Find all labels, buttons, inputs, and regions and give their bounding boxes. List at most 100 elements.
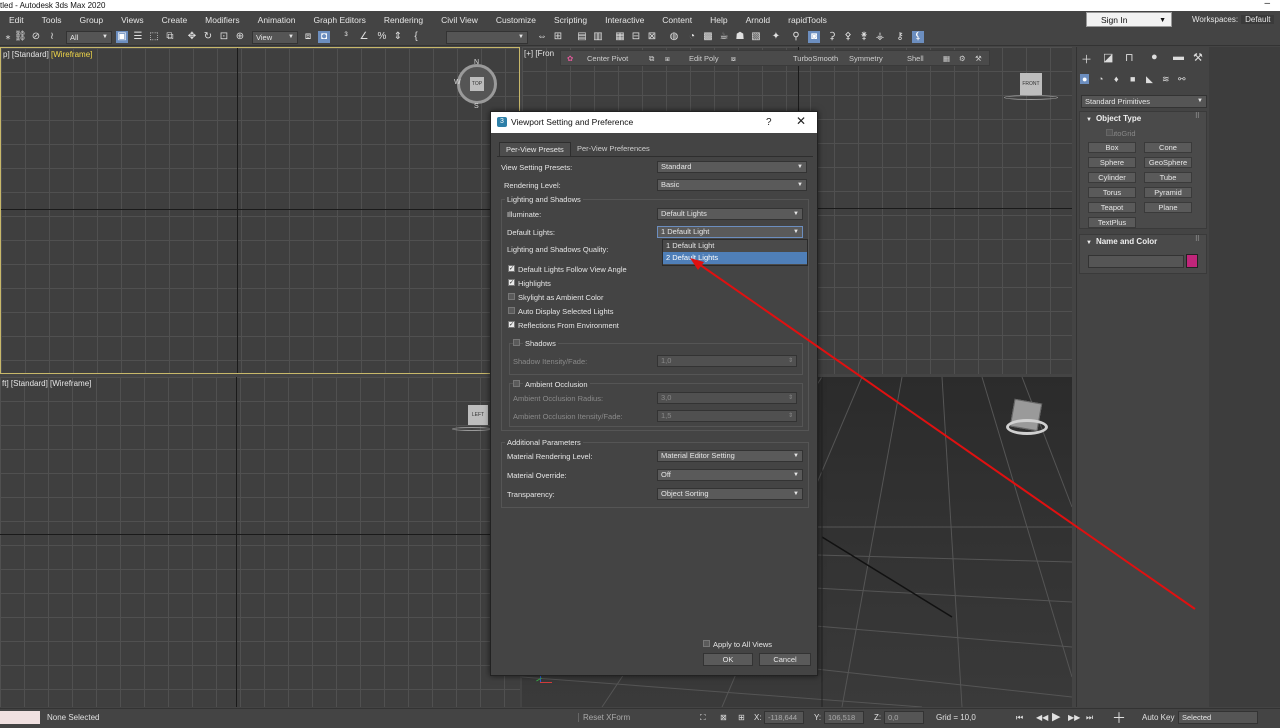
menu-rapidtools[interactable]: rapidTools bbox=[779, 15, 836, 25]
menu-modifiers[interactable]: Modifiers bbox=[196, 15, 248, 25]
object-name-input[interactable] bbox=[1088, 255, 1184, 268]
layer-explorer-icon[interactable]: ▥ bbox=[592, 31, 604, 43]
select-by-name-icon[interactable]: ☰ bbox=[132, 31, 144, 43]
torus-button[interactable]: Torus bbox=[1088, 187, 1136, 198]
select-object-icon[interactable]: ▣ bbox=[116, 31, 128, 43]
render-shortcut-icon[interactable]: ▧ bbox=[750, 31, 762, 43]
default-lights-dropdown[interactable]: 1 Default Light ▼ bbox=[657, 226, 803, 238]
viewport-label-mode[interactable]: [Wireframe] bbox=[51, 50, 92, 59]
menu-content[interactable]: Content bbox=[653, 15, 701, 25]
display-tab-icon[interactable]: ▬ bbox=[1173, 51, 1184, 63]
drag-handle-icon[interactable]: ⠿ bbox=[1195, 235, 1200, 243]
menu-scripting[interactable]: Scripting bbox=[545, 15, 596, 25]
material-rendering-level-dropdown[interactable]: Material Editor Setting ▼ bbox=[657, 450, 803, 462]
cone-button[interactable]: Cone bbox=[1144, 142, 1192, 153]
lock-icon[interactable]: ⊠ bbox=[720, 713, 727, 722]
motion-tab-icon[interactable]: ● bbox=[1151, 51, 1158, 63]
edit-poly-button[interactable]: Edit Poly bbox=[689, 54, 719, 63]
x-coordinate-field[interactable]: -118,644 bbox=[764, 711, 804, 724]
minimize-button[interactable]: ‒ bbox=[1264, 0, 1270, 9]
rendering-level-dropdown[interactable]: Basic ▼ bbox=[657, 179, 807, 191]
key-set-dropdown[interactable]: Selected bbox=[1178, 711, 1258, 724]
key-filters-icon[interactable]: ＋ bbox=[1112, 708, 1126, 728]
drag-handle-icon[interactable]: ⠿ bbox=[1195, 112, 1200, 120]
reference-coord-dropdown[interactable]: View ▼ bbox=[252, 31, 298, 44]
render-production-icon[interactable]: ☕ bbox=[718, 31, 730, 43]
rapidtools-icon-5[interactable]: ⚶ bbox=[874, 31, 886, 43]
auto-key-button[interactable]: Auto Key bbox=[1142, 713, 1174, 722]
go-to-end-icon[interactable]: ⏭ bbox=[1086, 713, 1093, 723]
menu-interactive[interactable]: Interactive bbox=[596, 15, 653, 25]
angle-snap-icon[interactable]: ∠ bbox=[358, 31, 370, 43]
menu-help[interactable]: Help bbox=[701, 15, 736, 25]
rapidtools-icon-3[interactable]: ⚴ bbox=[842, 31, 854, 43]
view-setting-presets-dropdown[interactable]: Standard ▼ bbox=[657, 161, 807, 173]
dialog-title-bar[interactable]: 3 Viewport Setting and Preference ? ✕ bbox=[491, 112, 817, 133]
create-tab-icon[interactable]: ＋ bbox=[1081, 51, 1092, 67]
viewcube-front[interactable]: FRONT bbox=[1020, 73, 1042, 95]
move-icon[interactable]: ✥ bbox=[186, 31, 198, 43]
material-editor-icon[interactable]: ◍ bbox=[668, 31, 680, 43]
workspaces-value[interactable]: Default bbox=[1241, 15, 1275, 24]
tab-per-view-presets[interactable]: Per-View Presets bbox=[499, 142, 571, 156]
ok-button[interactable]: OK bbox=[703, 653, 753, 666]
pivot-center-icon[interactable]: ⧈ bbox=[302, 31, 314, 43]
viewcube-top[interactable]: TOP N W S bbox=[454, 59, 497, 110]
xform-icon[interactable]: ⧉ bbox=[649, 54, 654, 64]
rect-selection-icon[interactable]: ⬚ bbox=[148, 31, 160, 43]
tube-button[interactable]: Tube bbox=[1144, 172, 1192, 183]
modify-tab-icon[interactable]: ◪ bbox=[1103, 51, 1113, 64]
object-type-header[interactable]: ▼ Object Type bbox=[1080, 112, 1206, 126]
menu-arnold[interactable]: Arnold bbox=[737, 15, 780, 25]
close-button[interactable]: ✕ bbox=[796, 111, 806, 132]
symmetry-button[interactable]: Symmetry bbox=[849, 54, 883, 63]
material-override-dropdown[interactable]: Off ▼ bbox=[657, 469, 803, 481]
viewport-label[interactable]: ft] [Standard] [Wireframe] bbox=[2, 379, 91, 388]
render-setup-icon[interactable]: ◔ bbox=[686, 31, 698, 43]
shell-button[interactable]: Shell bbox=[907, 54, 924, 63]
rapidtools-icon-4[interactable]: ⚵ bbox=[858, 31, 870, 43]
rapidtools-icon-2[interactable]: ⚳ bbox=[826, 31, 838, 43]
reflections-environment-checkbox[interactable]: ✓ bbox=[508, 321, 515, 328]
curve-editor-icon[interactable]: ⊟ bbox=[630, 31, 642, 43]
align-icon[interactable]: ⊞ bbox=[552, 31, 564, 43]
helpers-icon[interactable]: ◣ bbox=[1146, 74, 1153, 85]
bind-space-warp-icon[interactable]: ≀ bbox=[46, 31, 58, 43]
menu-edit[interactable]: Edit bbox=[0, 15, 33, 25]
teapot-button[interactable]: Teapot bbox=[1088, 202, 1136, 213]
named-selection-icon[interactable]: { bbox=[410, 31, 422, 43]
next-frame-icon[interactable]: ▶▶ bbox=[1068, 713, 1080, 722]
scale-icon[interactable]: ⊡ bbox=[218, 31, 230, 43]
cylinder-button[interactable]: Cylinder bbox=[1088, 172, 1136, 183]
tab-per-view-preferences[interactable]: Per-View Preferences bbox=[571, 142, 656, 156]
render-iterative-icon[interactable]: ☗ bbox=[734, 31, 746, 43]
select-manipulate-icon[interactable]: ◘ bbox=[318, 31, 330, 43]
go-to-start-icon[interactable]: ⏮ bbox=[1016, 713, 1023, 723]
viewport-label[interactable]: p] [Standard] [Wireframe] bbox=[3, 50, 92, 59]
pyramid-button[interactable]: Pyramid bbox=[1144, 187, 1192, 198]
follow-view-angle-checkbox[interactable]: ✓ bbox=[508, 265, 515, 272]
ao-intensity-spinner[interactable]: 1,5 ⇕ bbox=[657, 410, 797, 422]
help-button[interactable]: ? bbox=[766, 112, 772, 133]
rapidtools-icon-1[interactable]: ◙ bbox=[808, 31, 820, 43]
rapidtools-icon-7[interactable]: ⚸ bbox=[912, 31, 924, 43]
sign-in-dropdown[interactable]: Sign In ▼ bbox=[1086, 12, 1172, 27]
apply-all-views-checkbox[interactable] bbox=[703, 640, 710, 647]
textplus-button[interactable]: TextPlus bbox=[1088, 217, 1136, 228]
space-warps-icon[interactable]: ≋ bbox=[1162, 74, 1170, 85]
menu-group[interactable]: Group bbox=[71, 15, 113, 25]
center-pivot-button[interactable]: Center Pivot bbox=[587, 54, 628, 63]
box-button[interactable]: Box bbox=[1088, 142, 1136, 153]
highlights-checkbox[interactable]: ✓ bbox=[508, 279, 515, 286]
rapidtools-icon-6[interactable]: ⚷ bbox=[894, 31, 906, 43]
gear-icon[interactable]: ⚙ bbox=[959, 54, 966, 63]
checker-icon[interactable]: ▦ bbox=[943, 54, 950, 63]
named-selection-sets-dropdown[interactable]: ▼ bbox=[446, 31, 528, 44]
shadows-checkbox[interactable] bbox=[513, 339, 520, 346]
edit-poly-icon[interactable]: ⧇ bbox=[731, 54, 736, 64]
menu-create[interactable]: Create bbox=[153, 15, 197, 25]
maxscript-listener[interactable] bbox=[0, 711, 40, 724]
skylight-ambient-checkbox[interactable] bbox=[508, 293, 515, 300]
sphere-button[interactable]: Sphere bbox=[1088, 157, 1136, 168]
isolate-icon[interactable]: ⛶ bbox=[700, 713, 706, 723]
